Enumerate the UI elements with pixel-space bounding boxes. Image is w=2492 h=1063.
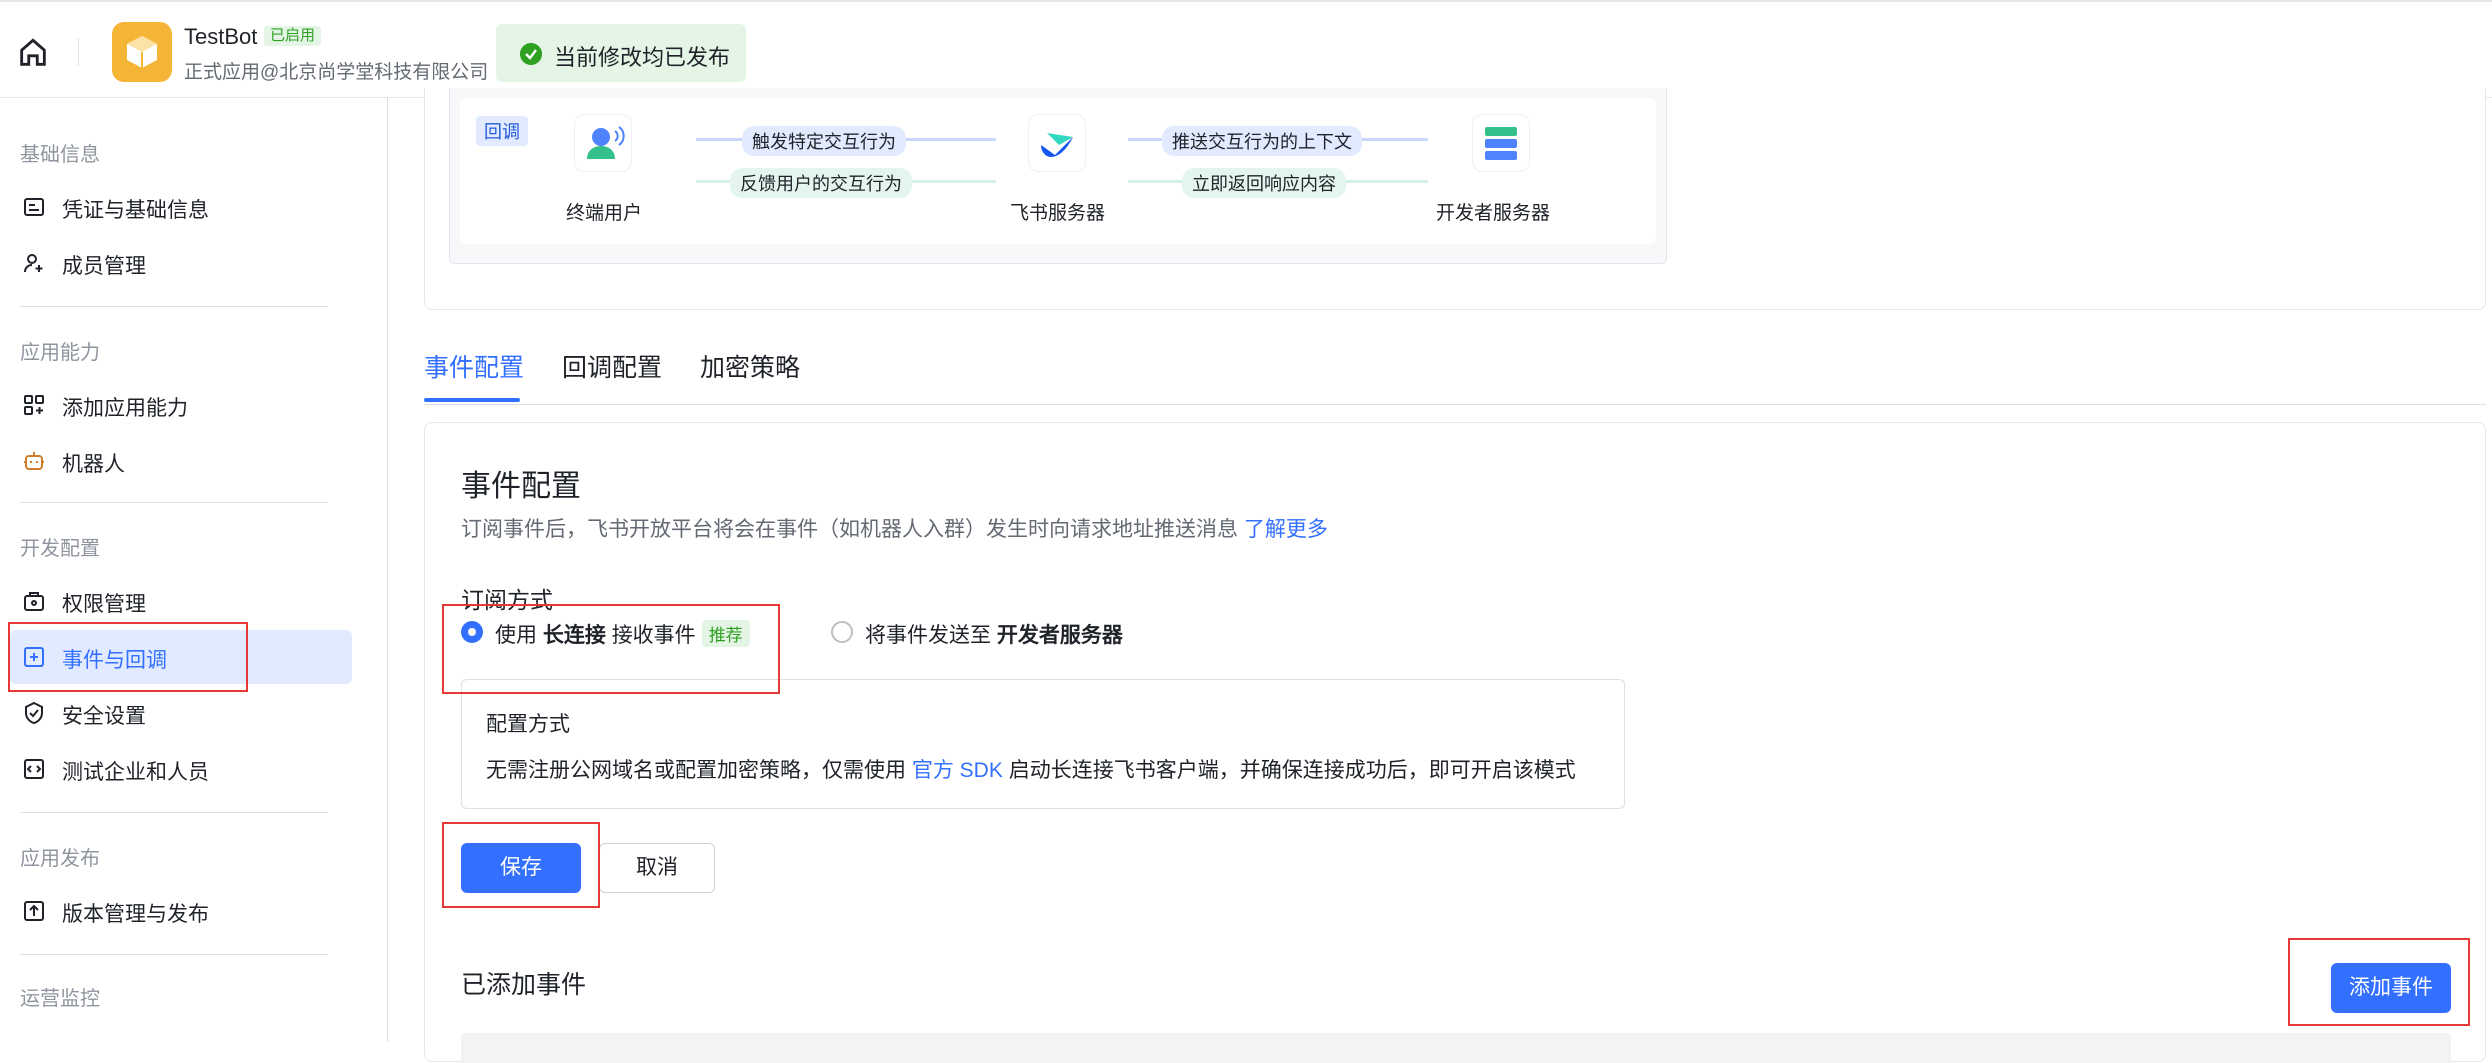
sidebar-item-members[interactable]: 成员管理 [10,236,352,290]
sidebar-item-robot[interactable]: 机器人 [10,434,352,488]
recommended-badge: 推荐 [701,620,750,647]
config-text: 启动长连接飞书客户端，并确保连接成功后，即可开启该模式 [1008,759,1576,782]
sidebar-item-label: 凭证与基础信息 [62,199,209,222]
sidebar-item-label: 机器人 [62,453,125,476]
sidebar-section-publish: 应用发布 [20,848,100,870]
divider [20,306,328,307]
divider [78,38,79,66]
radio-dot[interactable] [461,621,483,643]
radio-dot[interactable] [831,621,853,643]
subscribe-mode-label: 订阅方式 [461,587,553,613]
status-badge: 已启用 [264,26,322,46]
node-label-feishu-server: 飞书服务器 [1010,203,1106,224]
app-subtitle: 正式应用@北京尚学堂科技有限公司 [184,62,489,83]
publish-status-text: 当前修改均已发布 [554,45,731,70]
flow-card: 回调 终端用户 飞书服务器 开发者服务器 触发特定交互行为 反馈用户的交互行为 [424,88,2486,310]
arrow-label: 推送交互行为的上下文 [1162,126,1362,156]
divider [20,954,328,955]
tab-callback-config[interactable]: 回调配置 [562,348,662,384]
publish-status-banner: 当前修改均已发布 [496,24,746,82]
config-text: 无需注册公网域名或配置加密策略，仅需使用 [486,759,906,782]
flow-diagram-inner: 回调 终端用户 飞书服务器 开发者服务器 触发特定交互行为 反馈用户的交互行为 [460,98,1656,244]
sidebar-item-label: 安全设置 [62,705,146,728]
config-tabs: 事件配置 回调配置 加密策略 [424,348,2486,405]
developer-server-icon [1472,114,1530,172]
sidebar-item-credentials[interactable]: 凭证与基础信息 [10,180,352,234]
sidebar-item-security[interactable]: 安全设置 [10,686,352,740]
event-config-card: 事件配置 订阅事件后，飞书开放平台将会在事件（如机器人入群）发生时向请求地址推送… [424,422,2486,1063]
end-user-icon [574,114,632,172]
sidebar-item-test-tenants[interactable]: 测试企业和人员 [10,742,352,796]
sidebar-item-versions[interactable]: 版本管理与发布 [10,884,352,938]
id-card-icon [24,198,44,216]
option-text: 将事件发送至 [865,624,991,647]
radio-label: 使用 长连接 接收事件 推荐 [495,619,750,649]
sidebar-section-basic: 基础信息 [20,144,100,166]
option-bold-text: 长连接 [542,624,606,647]
option-bold-text: 开发者服务器 [996,624,1123,647]
added-events-title: 已添加事件 [461,971,587,999]
code-box-icon [24,759,44,779]
cancel-button[interactable]: 取消 [599,843,715,893]
sidebar-item-events-callbacks[interactable]: 事件与回调 [10,630,352,684]
sidebar-item-permissions[interactable]: 权限管理 [10,574,352,628]
tab-encryption[interactable]: 加密策略 [700,348,800,384]
sidebar-item-label: 添加应用能力 [62,397,188,420]
grid-add-icon [24,395,44,415]
divider [20,812,328,813]
add-event-button[interactable]: 添加事件 [2331,963,2451,1013]
callback-tag: 回调 [476,116,528,146]
node-label-end-user: 终端用户 [566,203,643,224]
main-content: 回调 终端用户 飞书服务器 开发者服务器 触发特定交互行为 反馈用户的交互行为 [388,88,2492,1063]
sidebar-section-monitoring: 运营监控 [20,988,100,1010]
upload-box-icon [24,901,44,921]
sidebar-item-label: 权限管理 [62,593,146,616]
official-sdk-link[interactable]: 官方 SDK [912,759,1003,782]
person-add-icon [24,254,43,273]
sidebar-item-label: 测试企业和人员 [62,761,209,784]
config-method-title: 配置方式 [486,713,570,736]
app-name: TestBot [184,24,258,49]
top-bar: TestBot 已启用 正式应用@北京尚学堂科技有限公司 当前修改均已发布 [0,0,2492,98]
arrow-label: 立即返回响应内容 [1182,168,1346,198]
arrow-label: 反馈用户的交互行为 [730,168,912,198]
config-method-text: 无需注册公网域名或配置加密策略，仅需使用 官方 SDK 启动长连接飞书客户端，并… [486,754,1576,784]
sidebar-item-label: 版本管理与发布 [62,903,209,926]
sidebar-item-label: 事件与回调 [62,649,167,672]
arrow-label: 触发特定交互行为 [742,126,906,156]
section-description: 订阅事件后，飞书开放平台将会在事件（如机器人入群）发生时向请求地址推送消息 了解… [461,513,1328,543]
sidebar-section-capabilities: 应用能力 [20,342,100,364]
description-text: 订阅事件后，飞书开放平台将会在事件（如机器人入群）发生时向请求地址推送消息 [461,518,1238,541]
briefcase-lock-icon [24,592,44,611]
section-title: 事件配置 [461,470,581,503]
events-table-header [461,1033,2451,1063]
sidebar: 基础信息 凭证与基础信息 成员管理 应用能力 添加应用能力 机器人 开发配置 权… [0,98,388,1042]
app-logo [112,22,172,82]
robot-icon [24,452,44,470]
home-icon[interactable] [16,36,50,70]
sidebar-item-label: 成员管理 [62,255,146,278]
node-label-developer-server: 开发者服务器 [1436,203,1551,224]
shield-check-icon [25,701,43,725]
sidebar-item-add-capability[interactable]: 添加应用能力 [10,378,352,432]
save-button[interactable]: 保存 [461,843,581,893]
radio-label: 将事件发送至 开发者服务器 [865,619,1123,649]
option-text: 使用 [495,624,537,647]
sidebar-section-dev-config: 开发配置 [20,538,100,560]
learn-more-link[interactable]: 了解更多 [1244,518,1328,541]
event-plus-icon [24,647,44,667]
config-method-box: 配置方式 无需注册公网域名或配置加密策略，仅需使用 官方 SDK 启动长连接飞书… [461,679,1625,809]
divider [20,502,328,503]
option-text: 接收事件 [611,624,696,647]
check-circle-icon [520,43,542,65]
feishu-server-icon [1028,114,1086,172]
tab-indicator [424,398,520,402]
flow-diagram: 回调 终端用户 飞书服务器 开发者服务器 触发特定交互行为 反馈用户的交互行为 [449,88,1667,264]
tab-event-config[interactable]: 事件配置 [424,348,524,384]
